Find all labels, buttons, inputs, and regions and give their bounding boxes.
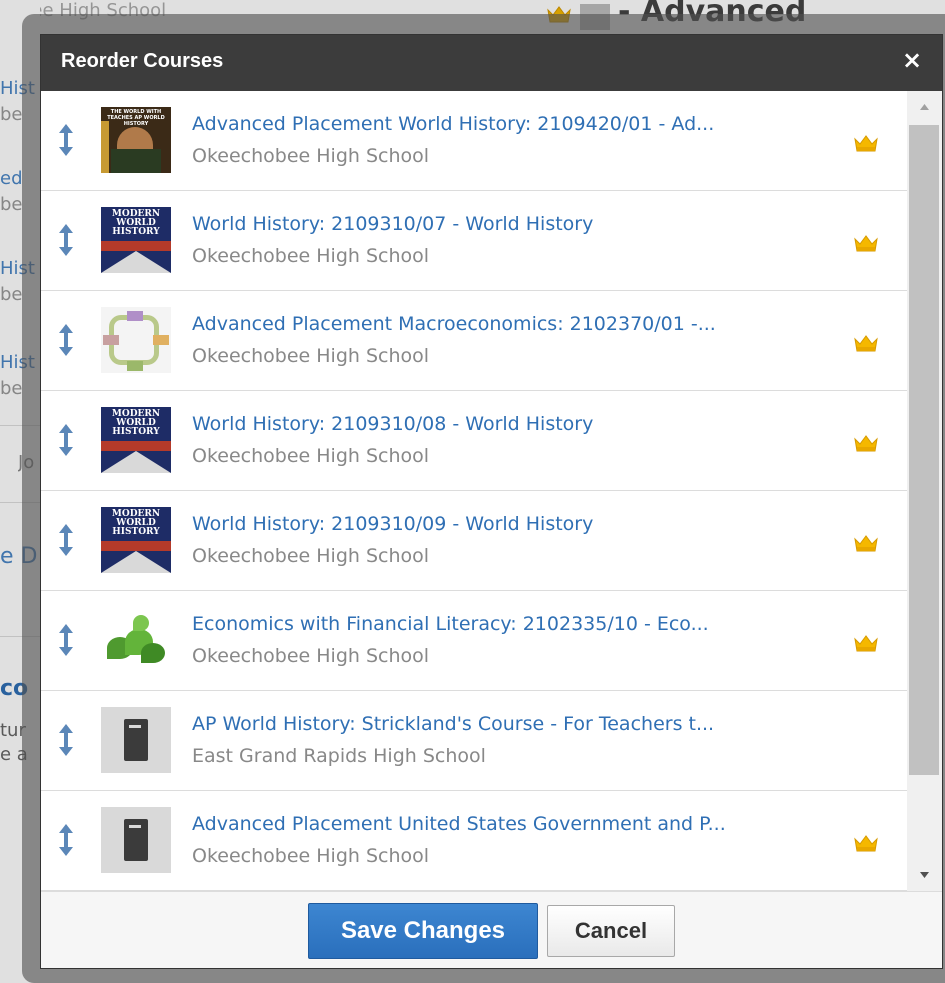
thumb-decoration <box>141 643 165 663</box>
thumb-decoration <box>101 541 171 551</box>
crown-icon <box>854 635 878 652</box>
course-thumbnail <box>101 807 171 873</box>
crown-icon <box>854 835 878 852</box>
course-thumbnail: THE WORLD WITH TEACHES AP WORLD HISTORY <box>101 107 171 173</box>
thumb-decoration <box>101 551 171 573</box>
crown-icon <box>854 335 878 352</box>
course-school: Okeechobee High School <box>192 445 430 467</box>
course-school: Okeechobee High School <box>192 845 430 867</box>
thumb-decoration <box>129 725 141 728</box>
course-school: Okeechobee High School <box>192 645 430 667</box>
thumb-decoration <box>101 241 171 251</box>
up-down-arrow-icon[interactable] <box>58 823 74 857</box>
course-title-link[interactable]: Advanced Placement Macroeconomics: 21023… <box>192 313 802 335</box>
course-school: East Grand Rapids High School <box>192 745 486 767</box>
course-thumbnail <box>101 607 171 673</box>
course-row[interactable]: Advanced Placement Macroeconomics: 21023… <box>41 291 907 391</box>
course-title-link[interactable]: AP World History: Strickland's Course - … <box>192 713 802 735</box>
course-row[interactable]: AP World History: Strickland's Course - … <box>41 691 907 791</box>
crown-icon <box>854 135 878 152</box>
course-thumbnail: MODERN WORLD HISTORY <box>101 407 171 473</box>
course-title-link[interactable]: Economics with Financial Literacy: 21023… <box>192 613 802 635</box>
thumb-decoration <box>129 825 141 828</box>
course-thumbnail: MODERN WORLD HISTORY <box>101 207 171 273</box>
crown-icon <box>854 535 878 552</box>
course-row[interactable]: THE WORLD WITH TEACHES AP WORLD HISTORY … <box>41 91 907 191</box>
course-thumbnail <box>101 307 171 373</box>
course-school: Okeechobee High School <box>192 145 430 167</box>
up-down-arrow-icon[interactable] <box>58 323 74 357</box>
up-down-arrow-icon[interactable] <box>58 223 74 257</box>
thumb-decoration <box>101 441 171 451</box>
reorder-courses-dialog: Reorder Courses × THE WORLD WITH TEACHES… <box>40 34 943 969</box>
course-row[interactable]: MODERN WORLD HISTORY World History: 2109… <box>41 191 907 291</box>
list-scrollbar[interactable] <box>907 91 942 891</box>
thumb-cover-text: MODERN WORLD HISTORY <box>101 210 171 237</box>
course-row[interactable]: MODERN WORLD HISTORY World History: 2109… <box>41 491 907 591</box>
thumb-cover-text: THE WORLD WITH TEACHES AP WORLD HISTORY <box>107 109 165 127</box>
scroll-up-arrow-icon[interactable] <box>907 91 942 125</box>
close-icon[interactable]: × <box>900 48 924 72</box>
up-down-arrow-icon[interactable] <box>58 723 74 757</box>
course-row[interactable]: MODERN WORLD HISTORY World History: 2109… <box>41 391 907 491</box>
crown-icon <box>854 235 878 252</box>
dialog-titlebar: Reorder Courses × <box>41 35 942 91</box>
thumb-cover-text: MODERN WORLD HISTORY <box>101 410 171 437</box>
thumb-cover-text: MODERN WORLD HISTORY <box>101 510 171 537</box>
up-down-arrow-icon[interactable] <box>58 123 74 157</box>
thumb-decoration <box>153 335 169 345</box>
course-thumbnail <box>101 707 171 773</box>
course-title-link[interactable]: World History: 2109310/09 - World Histor… <box>192 513 802 535</box>
scrollbar-thumb[interactable] <box>909 125 939 775</box>
course-school: Okeechobee High School <box>192 545 430 567</box>
dialog-footer: Save Changes Cancel <box>41 891 942 968</box>
thumb-decoration <box>127 361 143 371</box>
thumb-cover-line: HISTORY <box>112 527 160 537</box>
thumb-decoration <box>101 251 171 273</box>
course-list: THE WORLD WITH TEACHES AP WORLD HISTORY … <box>41 91 907 891</box>
course-title-link[interactable]: Advanced Placement United States Governm… <box>192 813 802 835</box>
course-school: Okeechobee High School <box>192 345 430 367</box>
course-title-link[interactable]: World History: 2109310/07 - World Histor… <box>192 213 802 235</box>
course-title-link[interactable]: World History: 2109310/08 - World Histor… <box>192 413 802 435</box>
up-down-arrow-icon[interactable] <box>58 523 74 557</box>
save-changes-button[interactable]: Save Changes <box>308 903 538 959</box>
thumb-decoration <box>101 451 171 473</box>
course-row[interactable]: Economics with Financial Literacy: 21023… <box>41 591 907 691</box>
course-thumbnail: MODERN WORLD HISTORY <box>101 507 171 573</box>
up-down-arrow-icon[interactable] <box>58 623 74 657</box>
crown-icon <box>854 435 878 452</box>
thumb-cover-line: HISTORY <box>112 227 160 237</box>
thumb-cover-line: HISTORY <box>112 427 160 437</box>
course-school: Okeechobee High School <box>192 245 430 267</box>
up-down-arrow-icon[interactable] <box>58 423 74 457</box>
thumb-decoration <box>111 149 161 173</box>
thumb-decoration <box>127 311 143 321</box>
thumb-decoration <box>133 615 149 631</box>
scroll-down-arrow-icon[interactable] <box>907 857 942 891</box>
thumb-decoration <box>101 121 109 173</box>
course-row[interactable]: Advanced Placement United States Governm… <box>41 791 907 891</box>
thumb-decoration <box>103 335 119 345</box>
cancel-button[interactable]: Cancel <box>547 905 675 957</box>
course-title-link[interactable]: Advanced Placement World History: 210942… <box>192 113 802 135</box>
dialog-title: Reorder Courses <box>61 50 224 72</box>
